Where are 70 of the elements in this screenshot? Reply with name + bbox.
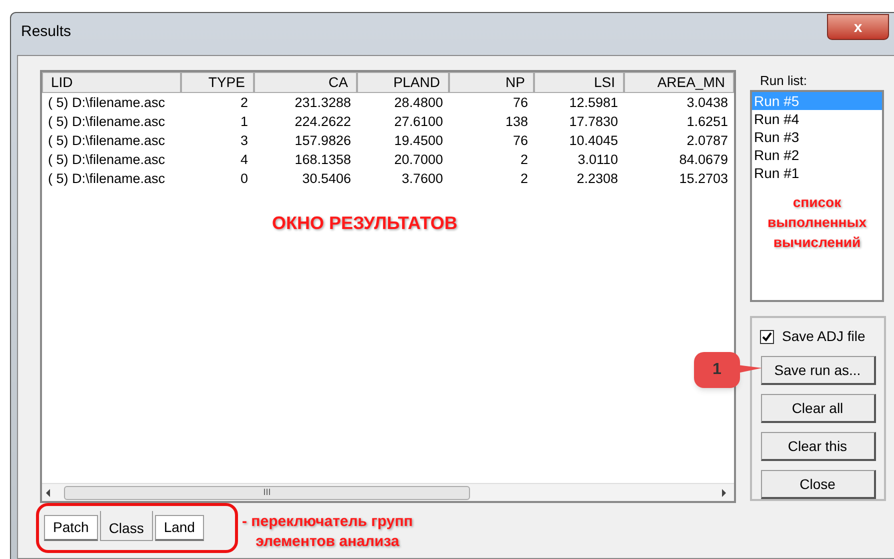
annotation-text: элементов анализа	[256, 532, 400, 552]
table-cell-text: 20.7000	[393, 151, 444, 169]
window-title: Results	[21, 22, 72, 42]
table-cell-text: ( 5) D:\filename.asc	[47, 151, 166, 169]
checkbox[interactable]	[760, 330, 774, 344]
table-cell-text: 19.4500	[393, 132, 444, 150]
column-header[interactable]: AREA_MN	[624, 72, 734, 93]
table-cell-text: ( 5) D:\filename.asc	[47, 113, 166, 131]
table-cell-text: 2	[519, 151, 529, 169]
tab[interactable]: Class	[100, 511, 153, 541]
table-cell-text: 2.2308	[576, 170, 619, 188]
tab[interactable]: Land	[154, 515, 204, 541]
column-header[interactable]: TYPE	[181, 72, 254, 93]
annotation-text: - переключатель групп	[242, 512, 413, 532]
table-cell-text: 3.0438	[686, 94, 729, 112]
table-cell-text: 2.0787	[686, 132, 729, 150]
table-cell-text: 2	[519, 170, 529, 188]
table-cell-text: 0	[239, 170, 249, 188]
table-cell-text: 76	[512, 94, 529, 112]
scrollbar-thumb[interactable]: III	[64, 486, 470, 500]
check-icon	[762, 332, 772, 342]
table-cell-text: 138	[504, 113, 529, 131]
run-list[interactable]: Run #5 Run #4 Run #3 Run #2 Run #1 список выполненных вычислений	[750, 90, 884, 302]
column-header[interactable]: NP	[449, 72, 534, 93]
run-list-item[interactable]: Run #4	[752, 110, 882, 128]
dialog-button[interactable]: Clear all	[760, 394, 876, 423]
callout-badge: 1	[694, 352, 740, 388]
table-cell-text: 15.2703	[678, 170, 729, 188]
run-list-item[interactable]: Run #2	[752, 146, 882, 164]
table-cell-text: ( 5) D:\filename.asc	[47, 170, 166, 188]
dialog-button[interactable]: Clear this	[760, 432, 876, 461]
column-header[interactable]: PLAND	[357, 72, 449, 93]
annotation-text: список	[792, 193, 842, 212]
table-cell-text: 3.0110	[576, 151, 619, 169]
table-cell-text: 3	[239, 132, 249, 150]
table-cell-text: 168.1358	[294, 151, 352, 169]
table-cell-text: 3.7600	[400, 170, 444, 188]
table-cell-text: 1.6251	[686, 113, 729, 131]
column-header[interactable]: LID	[42, 72, 181, 93]
checkbox-label: Save ADJ file	[782, 327, 866, 346]
annotation-text: ОКНО РЕЗУЛЬТАТОВ	[272, 212, 458, 235]
window-close-button[interactable]: x	[827, 14, 889, 40]
column-header[interactable]: CA	[254, 72, 357, 93]
table-cell-text: 84.0679	[678, 151, 729, 169]
table-cell-text: 76	[512, 132, 529, 150]
table-cell-text: 12.5981	[568, 94, 619, 112]
table-cell-text: 2	[239, 94, 249, 112]
table-cell-text: ( 5) D:\filename.asc	[47, 94, 166, 112]
run-list-item[interactable]: Run #1	[752, 164, 882, 182]
table-cell-text: 10.4045	[568, 132, 619, 150]
table-cell-text: ( 5) D:\filename.asc	[47, 132, 166, 150]
table-cell-text: 28.4800	[393, 94, 444, 112]
dialog-button[interactable]: Close	[760, 470, 876, 499]
annotation-text: вычислений	[773, 233, 861, 252]
run-list-label: Run list:	[760, 72, 807, 90]
scroll-right-icon[interactable]	[722, 488, 726, 496]
table-cell-text: 224.2622	[294, 113, 352, 131]
run-list-item[interactable]: Run #3	[752, 128, 882, 146]
table-cell-text: 30.5406	[301, 170, 352, 188]
column-header[interactable]: LSI	[534, 72, 624, 93]
table-cell-text: 27.6100	[393, 113, 444, 131]
annotation-text: выполненных	[767, 213, 866, 232]
tab[interactable]: Patch	[44, 515, 98, 541]
table-cell-text: 1	[239, 113, 249, 131]
table-cell-text: 17.7830	[568, 113, 619, 131]
scroll-left-icon[interactable]	[46, 488, 50, 496]
dialog-button[interactable]: Save run as...	[760, 356, 876, 385]
table-cell-text: 231.3288	[294, 94, 352, 112]
table-cell-text: 157.9826	[294, 132, 352, 150]
table-cell-text: 4	[239, 151, 249, 169]
